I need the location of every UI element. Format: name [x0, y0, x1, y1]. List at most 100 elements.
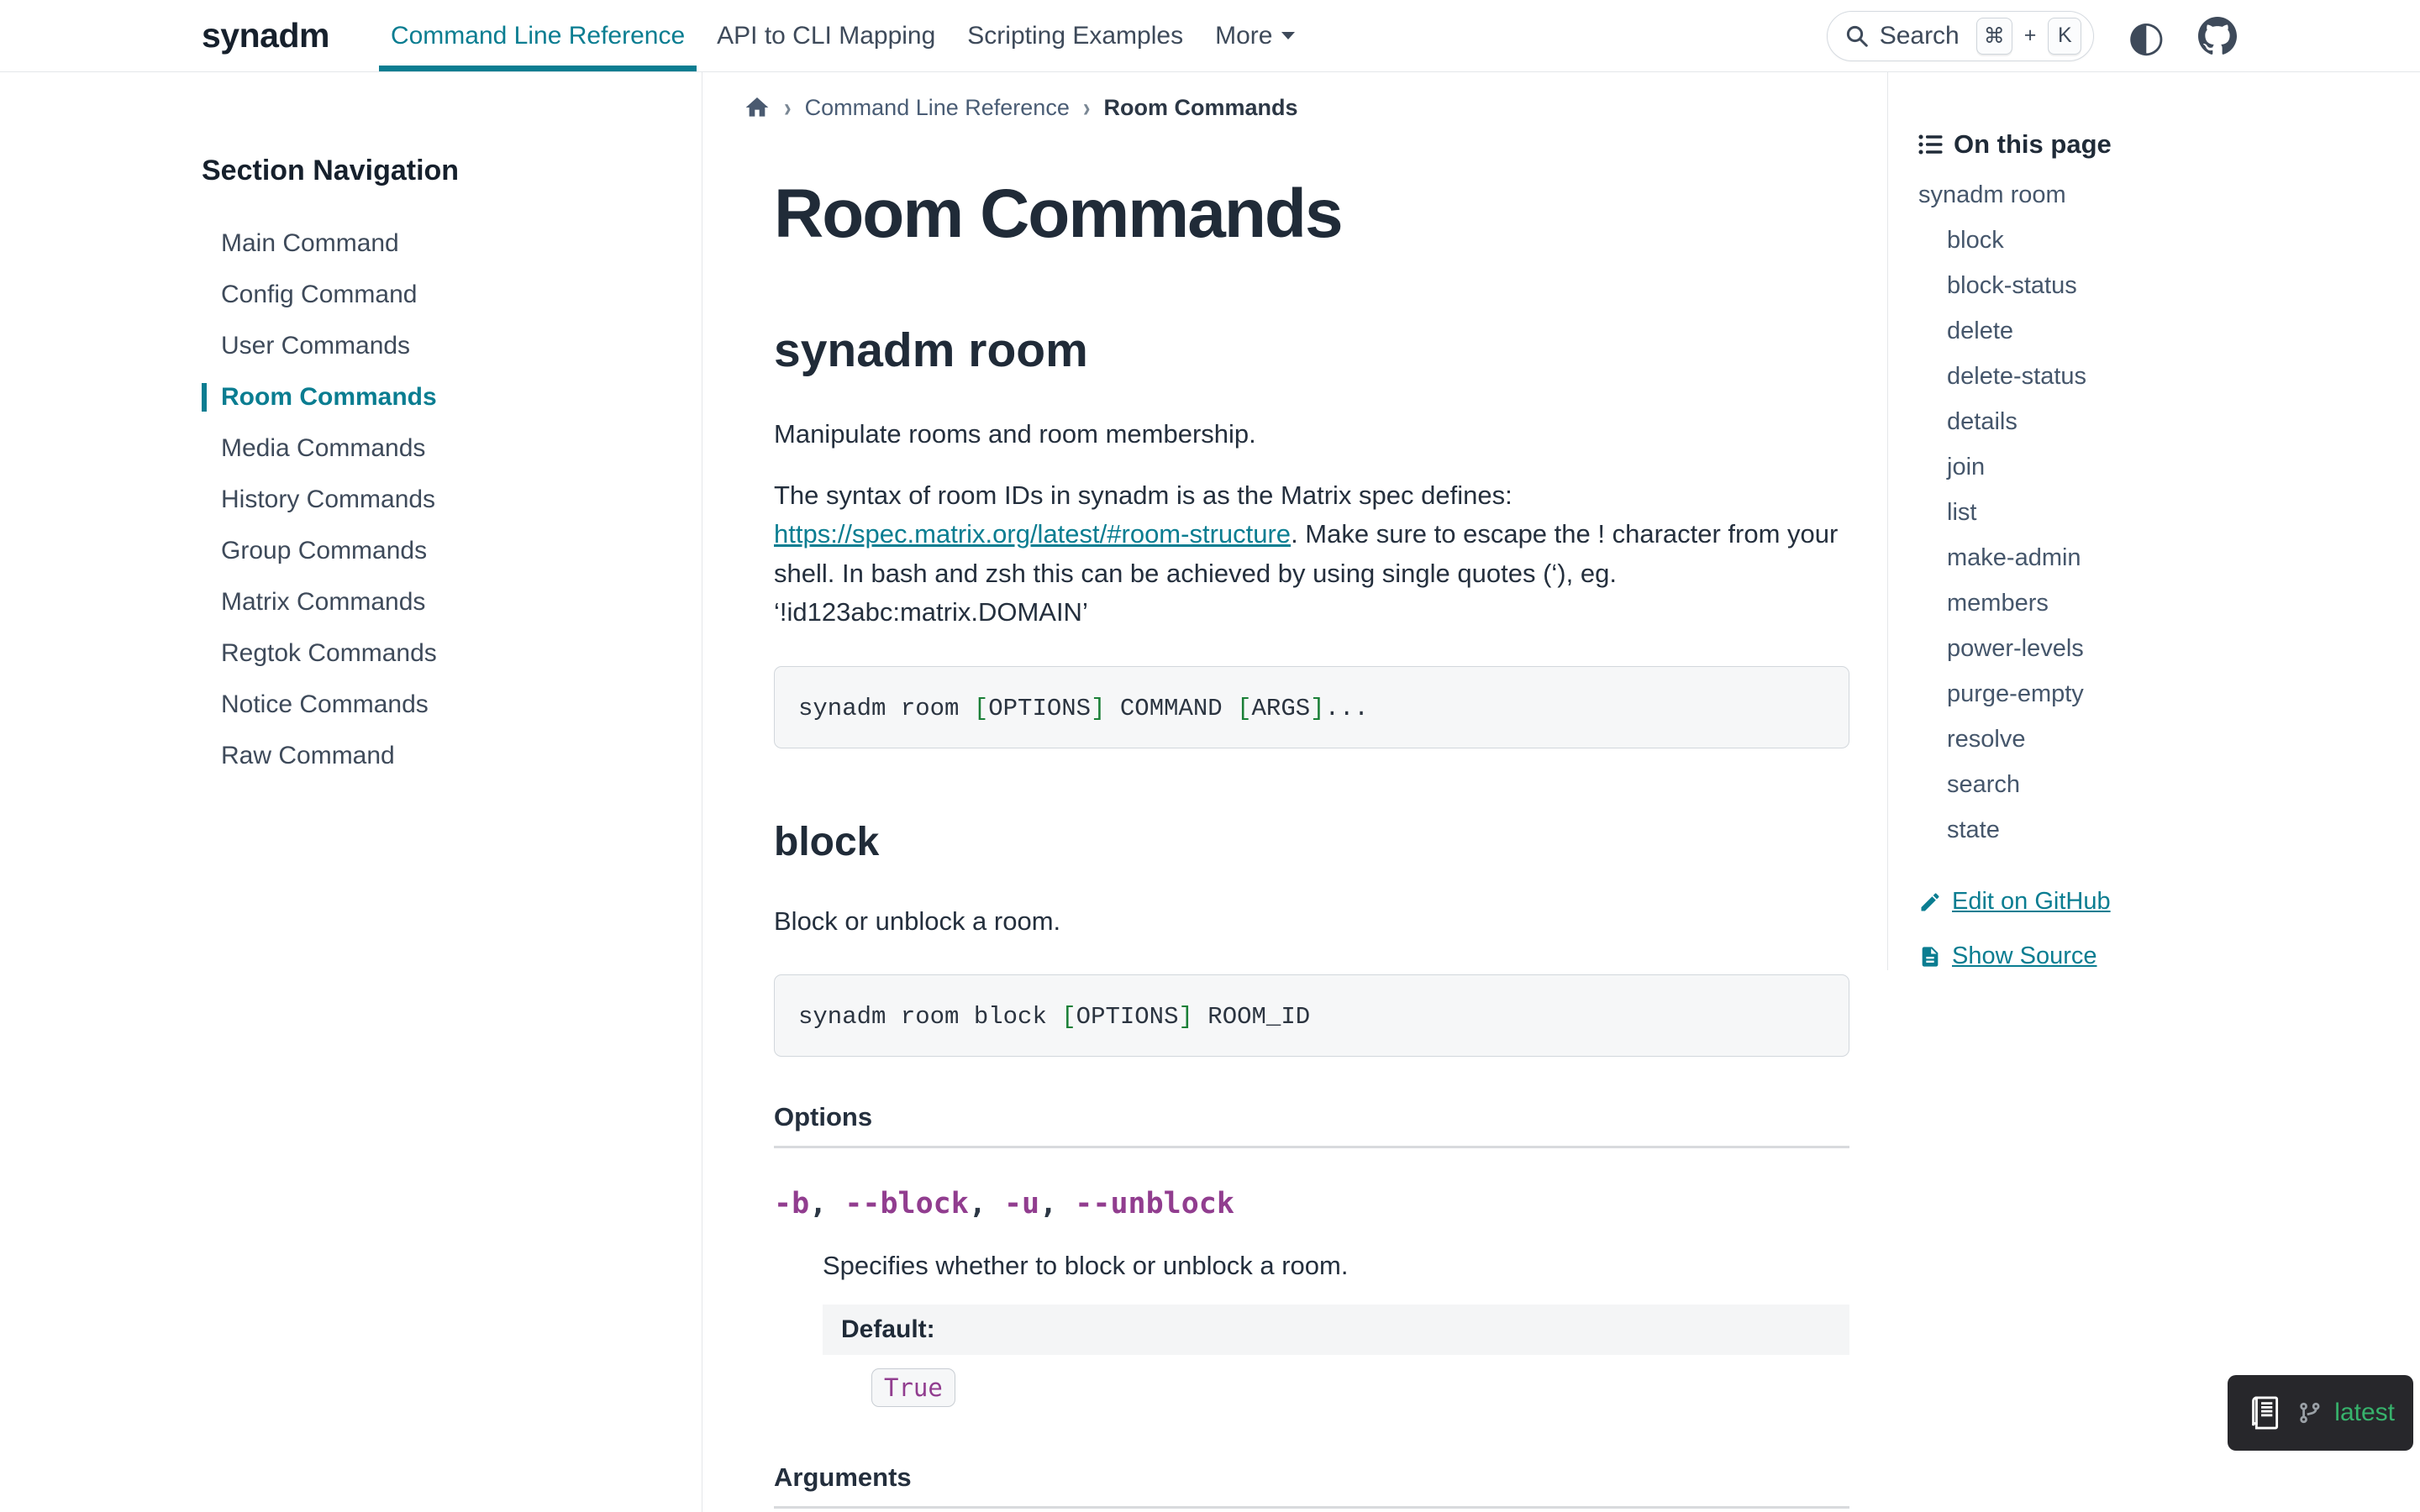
sidebar-item-matrix-commands[interactable]: Matrix Commands [202, 588, 676, 617]
toc-item-delete[interactable]: delete [1918, 318, 2403, 345]
code-text: ARGS [1252, 695, 1311, 722]
block-description: Block or unblock a room. [774, 902, 1849, 942]
nav-label: Scripting Examples [967, 22, 1183, 50]
code-text: ... [1325, 695, 1369, 722]
nav-more-dropdown[interactable]: More [1199, 0, 1311, 71]
code-bracket: [ [1237, 695, 1251, 722]
on-this-page-sidebar: On this page synadm room block block-sta… [1887, 72, 2420, 1512]
usage-code: synadm room [OPTIONS] COMMAND [ARGS]... [798, 695, 1369, 722]
search-icon [1844, 24, 1870, 49]
default-field-row: Default: [823, 1305, 1849, 1355]
arguments-rubric: Arguments [774, 1462, 1849, 1509]
pencil-icon [1918, 890, 1942, 914]
chevron-down-icon [1281, 32, 1295, 39]
version-label: latest [2334, 1399, 2395, 1427]
sidebar-item-notice-commands[interactable]: Notice Commands [202, 690, 676, 719]
kbd-cmd: ⌘ [1976, 18, 2012, 55]
section-heading-synadm-room: synadm room [774, 323, 1849, 378]
toc-item-block-status[interactable]: block-status [1918, 272, 2403, 300]
code-bracket: [ [974, 695, 988, 722]
sidebar-item-history-commands[interactable]: History Commands [202, 486, 676, 514]
sidebar-item-config-command[interactable]: Config Command [202, 281, 676, 309]
toc-item-join[interactable]: join [1918, 454, 2403, 481]
code-bracket: ] [1091, 695, 1105, 722]
breadcrumb-current: Room Commands [1104, 95, 1298, 121]
sidebar-nav-list: Main Command Config Command User Command… [202, 229, 676, 770]
toc-item-list[interactable]: list [1918, 499, 2403, 527]
theme-toggle-icon[interactable]: ◐ [2128, 15, 2165, 57]
github-icon[interactable] [2198, 17, 2237, 55]
sidebar-item-user-commands[interactable]: User Commands [202, 332, 676, 360]
toc-item-members[interactable]: members [1918, 590, 2403, 617]
search-button[interactable]: Search ⌘ + K [1827, 11, 2095, 61]
code-text: synadm room [798, 695, 974, 722]
matrix-spec-link[interactable]: https://spec.matrix.org/latest/#room-str… [774, 519, 1291, 549]
sidebar-item-group-commands[interactable]: Group Commands [202, 537, 676, 565]
section-navigation-sidebar: Section Navigation Main Command Config C… [0, 72, 702, 1512]
nav-api-to-cli-mapping[interactable]: API to CLI Mapping [701, 0, 951, 71]
readthedocs-version-badge[interactable]: latest [2228, 1375, 2413, 1451]
edit-on-github-link[interactable]: Edit on GitHub [1918, 888, 2403, 916]
toc-inner: On this page synadm room block block-sta… [1887, 72, 2420, 970]
toc-item-delete-status[interactable]: delete-status [1918, 363, 2403, 391]
nav-label: API to CLI Mapping [717, 22, 935, 50]
sidebar-item-room-commands[interactable]: Room Commands [202, 383, 676, 412]
breadcrumb: › Command Line Reference › Room Commands [744, 94, 1849, 121]
sidebar-item-media-commands[interactable]: Media Commands [202, 434, 676, 463]
breadcrumb-link-command-line-reference[interactable]: Command Line Reference [805, 95, 1070, 121]
show-source-link[interactable]: Show Source [1918, 942, 2403, 970]
option-name: -b [774, 1187, 809, 1221]
toc-item-purge-empty[interactable]: purge-empty [1918, 680, 2403, 708]
main-content: › Command Line Reference › Room Commands… [702, 72, 1887, 1512]
breadcrumb-separator: › [1083, 92, 1091, 123]
block-code-block: synadm room block [OPTIONS] ROOM_ID [774, 974, 1849, 1057]
toc-item-details[interactable]: details [1918, 408, 2403, 436]
header-actions: Search ⌘ + K ◐ [1827, 11, 2237, 61]
article: Room Commands synadm room Manipulate roo… [774, 175, 1849, 1512]
toc-item-make-admin[interactable]: make-admin [1918, 544, 2403, 572]
nav-command-line-reference[interactable]: Command Line Reference [375, 0, 701, 71]
book-icon [2246, 1394, 2285, 1432]
page-body: Section Navigation Main Command Config C… [0, 72, 2420, 1512]
sidebar-title: Section Navigation [202, 155, 676, 187]
sidebar-item-regtok-commands[interactable]: Regtok Commands [202, 639, 676, 668]
code-text: OPTIONS [988, 695, 1091, 722]
sig-separator: , [1039, 1187, 1075, 1221]
option-name: --block [844, 1187, 969, 1221]
default-value-row: True [871, 1368, 1849, 1407]
kbd-k: K [2048, 18, 2081, 55]
breadcrumb-separator: › [784, 92, 792, 123]
section-heading-block: block [774, 819, 1849, 865]
toc-title-label: On this page [1954, 129, 2112, 160]
edit-link-label: Edit on GitHub [1952, 888, 2111, 916]
nav-label: Command Line Reference [391, 22, 685, 50]
toc-item-search[interactable]: search [1918, 771, 2403, 799]
option-name: --unblock [1075, 1187, 1234, 1221]
list-icon [1918, 133, 1944, 156]
nav-scripting-examples[interactable]: Scripting Examples [951, 0, 1199, 71]
sidebar-item-main-command[interactable]: Main Command [202, 229, 676, 258]
site-logo[interactable]: synadm [202, 16, 329, 55]
toc-list: synadm room block block-status delete de… [1918, 181, 2403, 844]
options-rubric: Options [774, 1102, 1849, 1148]
git-branch-icon [2298, 1401, 2322, 1425]
toc-item-synadm-room[interactable]: synadm room [1918, 181, 2403, 209]
toc-item-block[interactable]: block [1918, 227, 2403, 255]
home-icon[interactable] [744, 94, 771, 121]
toc-title: On this page [1918, 129, 2403, 160]
code-bracket: [ [1061, 1003, 1076, 1031]
option-signature: -b, --block, -u, --unblock [774, 1187, 1849, 1221]
search-label: Search [1880, 22, 1960, 50]
default-value-chip: True [871, 1368, 955, 1407]
toc-item-resolve[interactable]: resolve [1918, 726, 2403, 753]
toc-item-state[interactable]: state [1918, 816, 2403, 844]
document-icon [1918, 945, 1942, 969]
toc-item-power-levels[interactable]: power-levels [1918, 635, 2403, 663]
intro-paragraph: Manipulate rooms and room membership. [774, 415, 1849, 454]
code-bracket: ] [1179, 1003, 1193, 1031]
sig-separator: , [969, 1187, 1004, 1221]
nav-label: More [1215, 22, 1272, 50]
sidebar-item-raw-command[interactable]: Raw Command [202, 742, 676, 770]
header-nav: Command Line Reference API to CLI Mappin… [375, 0, 1311, 71]
kbd-plus: + [2024, 24, 2037, 48]
